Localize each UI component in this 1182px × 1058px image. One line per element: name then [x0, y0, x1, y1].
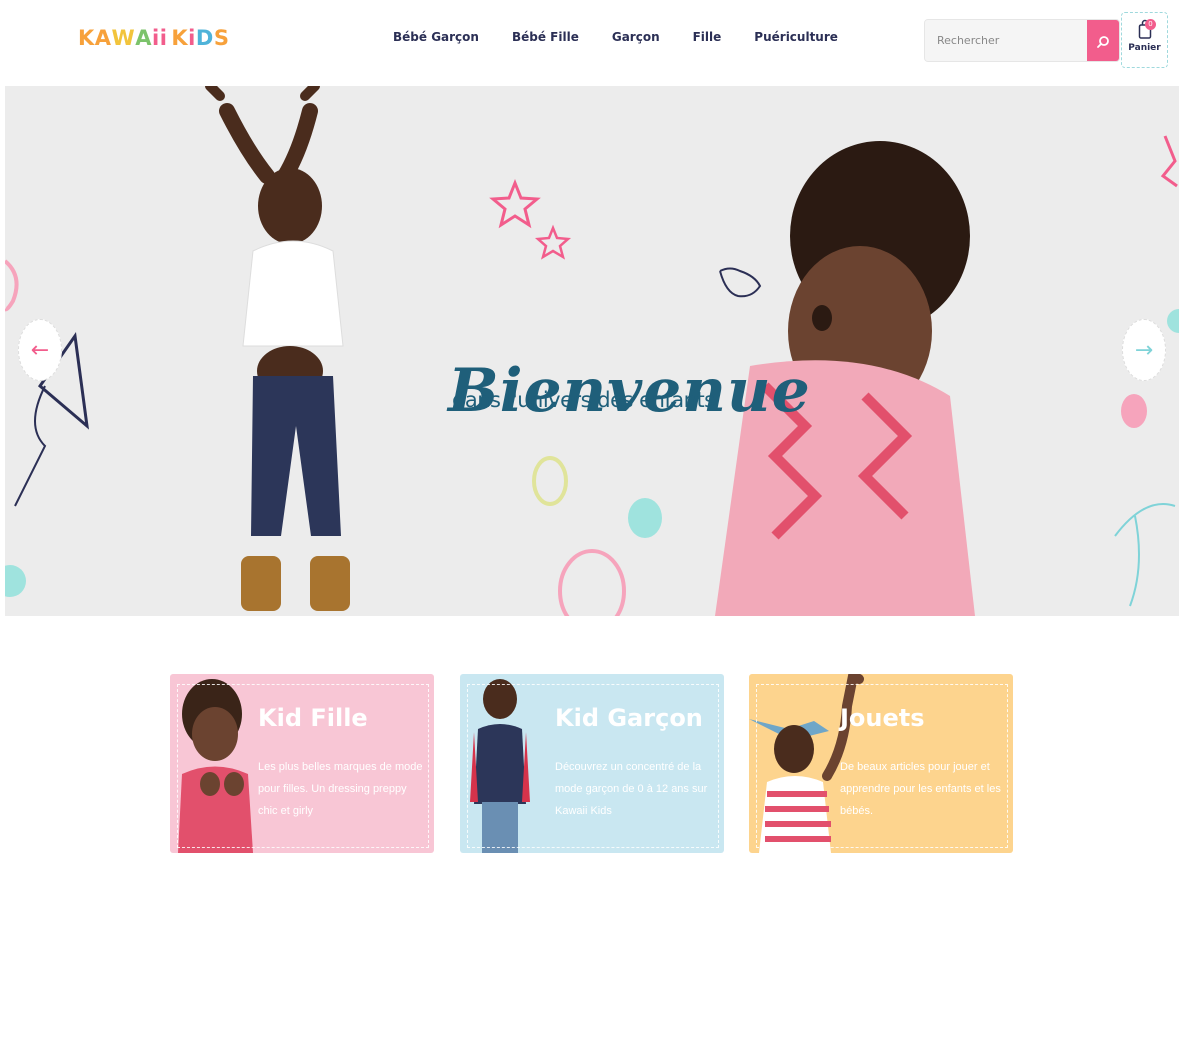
nav-item-garcon[interactable]: Garçon — [612, 30, 660, 44]
search-input[interactable] — [925, 20, 1087, 61]
logo-letter: D — [195, 26, 214, 50]
mint-dot — [628, 498, 662, 538]
nav-item-puericulture[interactable]: Puériculture — [754, 30, 838, 44]
cart-button[interactable]: 0 Panier — [1121, 12, 1168, 68]
mint-dot-left — [5, 565, 26, 597]
cart-count-badge: 0 — [1145, 19, 1156, 30]
pink-ring — [558, 549, 626, 616]
logo-letter: A — [94, 26, 112, 50]
hero-illustration — [5, 86, 1179, 616]
star-icon — [534, 224, 572, 260]
arrow-left-icon: ← — [30, 337, 50, 363]
logo-letter: W — [111, 26, 136, 50]
logo-letter: i — [151, 26, 160, 50]
cart-label: Panier — [1128, 43, 1161, 53]
pink-scribble-left — [5, 259, 19, 312]
arrow-right-icon: → — [1134, 337, 1154, 363]
category-title: Kid Garçon — [555, 704, 703, 732]
kawaii-kids-logo[interactable]: KAWAii KiDS — [78, 24, 229, 52]
nav-item-fille[interactable]: Fille — [693, 30, 722, 44]
slider-next-button[interactable]: → — [1122, 319, 1166, 381]
hero-slider: Bienvenue dans l'univers des enfants ← → — [5, 86, 1179, 616]
category-description: Découvrez un concentré de la mode garçon… — [555, 761, 708, 817]
logo-letter: i — [188, 26, 196, 50]
hero-subtitle: dans l'univers des enfants — [452, 388, 715, 412]
search-icon — [1097, 35, 1109, 48]
yellow-ring — [532, 456, 568, 506]
category-card-kid-garcon[interactable]: Kid Garçon Découvrez un concentré de la … — [460, 674, 724, 853]
pink-scribble-right — [1160, 135, 1178, 188]
main-nav: Bébé Garçon Bébé Fille Garçon Fille Puér… — [393, 30, 871, 44]
bird-icon — [719, 267, 762, 298]
logo-letter: K — [171, 26, 189, 50]
palm-tree-icon — [1114, 503, 1176, 607]
slider-prev-button[interactable]: ← — [18, 319, 62, 381]
boy-photo — [205, 86, 350, 611]
category-title: Jouets — [840, 704, 925, 732]
logo-letter: K — [78, 26, 95, 50]
star-icon — [489, 178, 541, 229]
logo-letter: S — [213, 26, 230, 50]
logo-letter: A — [135, 26, 152, 50]
search-button[interactable] — [1087, 20, 1119, 61]
category-title: Kid Fille — [258, 704, 368, 732]
nav-item-bebe-fille[interactable]: Bébé Fille — [512, 30, 579, 44]
category-description: Les plus belles marques de mode pour fil… — [258, 761, 423, 817]
site-header: KAWAii KiDS Bébé Garçon Bébé Fille Garço… — [0, 0, 1182, 80]
pink-dot-right — [1121, 394, 1147, 428]
nav-item-bebe-garcon[interactable]: Bébé Garçon — [393, 30, 479, 44]
search-box — [924, 19, 1120, 62]
logo-letter: i — [159, 26, 168, 50]
category-card-kid-fille[interactable]: Kid Fille Les plus belles marques de mod… — [170, 674, 434, 853]
category-description: De beaux articles pour jouer et apprendr… — [840, 761, 1001, 817]
category-card-jouets[interactable]: Jouets De beaux articles pour jouer et a… — [749, 674, 1013, 853]
